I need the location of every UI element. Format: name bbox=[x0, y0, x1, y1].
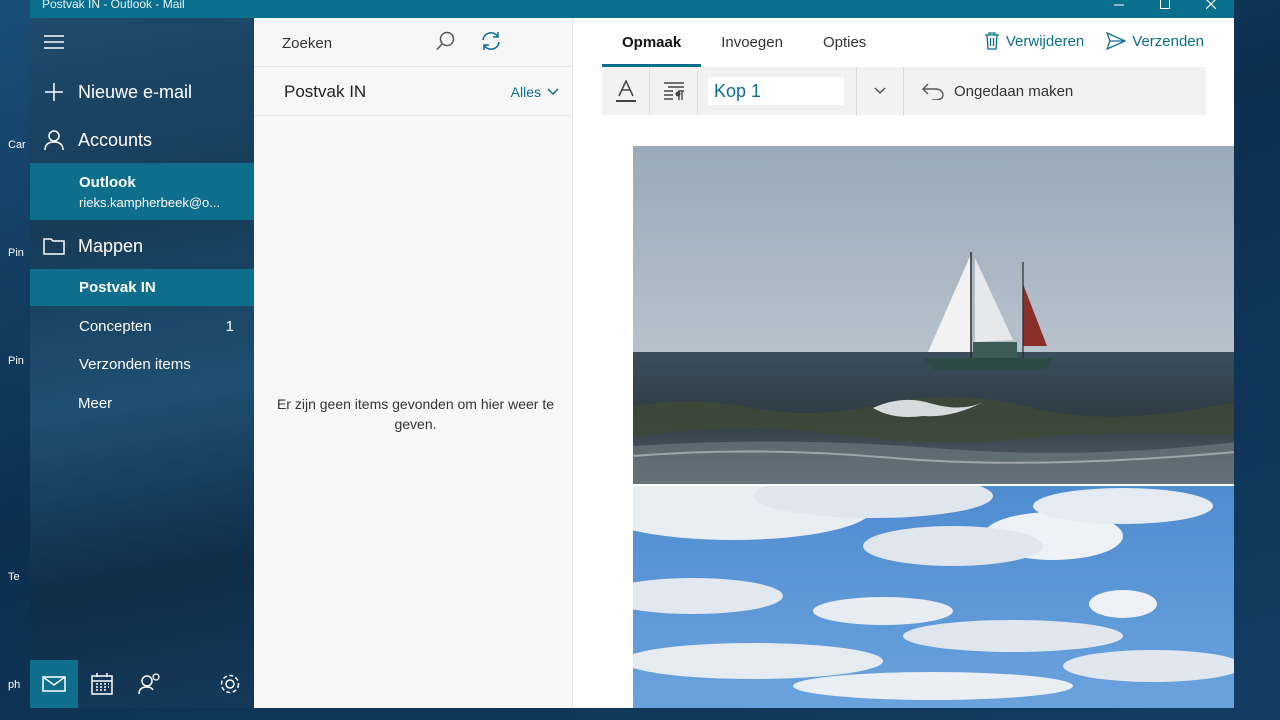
send-icon bbox=[1106, 32, 1127, 50]
style-dropdown-button[interactable] bbox=[856, 67, 904, 115]
undo-icon bbox=[922, 83, 944, 100]
desktop-icon-label[interactable]: Car bbox=[8, 139, 26, 151]
account-name: Outlook bbox=[79, 174, 136, 191]
tab-invoegen[interactable]: Invoegen bbox=[701, 18, 803, 67]
send-button[interactable]: Verzenden bbox=[1106, 32, 1204, 50]
ribbon-tabs: Opmaak Invoegen Opties bbox=[602, 18, 886, 67]
search-button[interactable] bbox=[436, 31, 456, 56]
window-title: Postvak IN - Outlook - Mail bbox=[42, 0, 185, 11]
settings-button[interactable] bbox=[206, 660, 254, 708]
mail-button[interactable] bbox=[30, 660, 78, 708]
folder-title: Postvak IN bbox=[284, 82, 367, 101]
folders-label: Mappen bbox=[78, 235, 144, 256]
folder-label: Meer bbox=[78, 395, 113, 412]
hamburger-icon bbox=[44, 35, 64, 49]
folder-label: Postvak IN bbox=[79, 279, 156, 296]
sync-button[interactable] bbox=[481, 31, 501, 56]
search-icon bbox=[436, 31, 455, 51]
sailboat-photo bbox=[633, 146, 1234, 484]
trash-icon bbox=[984, 32, 999, 50]
account-email: rieks.kampherbeek@o... bbox=[79, 195, 221, 210]
folder-label: Concepten bbox=[79, 318, 152, 335]
navigation-pane: Nieuwe e-mail Accounts Outlook rieks.kam… bbox=[30, 18, 254, 708]
sync-icon bbox=[482, 32, 500, 50]
mail-window: Postvak IN - Outlook - Mail Nieuwe e-mai… bbox=[30, 0, 1234, 708]
folder-item-verzonden-items[interactable]: Verzonden items bbox=[30, 346, 254, 383]
folder-icon bbox=[43, 238, 65, 255]
paragraph-icon bbox=[663, 82, 684, 100]
minimize-icon bbox=[1114, 4, 1124, 6]
compose-pane: Opmaak Invoegen Opties Verwijderen Verze… bbox=[573, 18, 1234, 708]
folder-label: Verzonden items bbox=[79, 356, 191, 373]
clouds-photo bbox=[633, 486, 1234, 708]
compose-actions: Verwijderen Verzenden bbox=[984, 32, 1204, 50]
folder-item-postvak-in[interactable]: Postvak IN bbox=[30, 269, 254, 306]
filter-dropdown[interactable]: Alles bbox=[511, 84, 559, 100]
people-icon bbox=[138, 673, 160, 695]
empty-list-message: Er zijn geen items gevonden om hier weer… bbox=[276, 396, 555, 432]
formatting-toolbar: Kop 1 Ongedaan maken bbox=[602, 67, 1206, 115]
message-list-pane: Zoeken Postvak IN Alles Er zijn geen ite… bbox=[254, 18, 573, 708]
folders-button[interactable]: Mappen bbox=[30, 228, 254, 264]
calendar-icon bbox=[91, 673, 113, 695]
nav-bottom-bar bbox=[30, 660, 254, 708]
search-bar: Zoeken bbox=[254, 18, 573, 67]
undo-label: Ongedaan maken bbox=[954, 82, 1074, 100]
tab-opties[interactable]: Opties bbox=[803, 18, 886, 67]
plus-icon bbox=[45, 83, 63, 101]
folder-item-concepten[interactable]: Concepten 1 bbox=[30, 308, 254, 345]
person-icon bbox=[44, 130, 64, 150]
style-field[interactable]: Kop 1 bbox=[708, 77, 844, 105]
desktop-icon-label[interactable]: Pin bbox=[8, 247, 24, 259]
close-button[interactable] bbox=[1188, 0, 1234, 14]
maximize-icon bbox=[1160, 0, 1170, 9]
mail-icon bbox=[42, 676, 66, 692]
title-bar: Postvak IN - Outlook - Mail bbox=[30, 0, 1234, 18]
chevron-down-icon bbox=[874, 87, 886, 95]
undo-button[interactable]: Ongedaan maken bbox=[922, 82, 1073, 100]
font-color-icon bbox=[615, 80, 636, 102]
inline-image-clouds[interactable] bbox=[633, 486, 1234, 708]
account-item-outlook[interactable]: Outlook rieks.kampherbeek@o... bbox=[30, 163, 254, 220]
desktop-icon-label[interactable]: Pin bbox=[8, 355, 24, 367]
delete-label: Verwijderen bbox=[1005, 32, 1085, 50]
folder-header: Postvak IN Alles bbox=[254, 67, 573, 116]
tab-opmaak[interactable]: Opmaak bbox=[602, 18, 702, 67]
accounts-label: Accounts bbox=[78, 129, 153, 150]
delete-button[interactable]: Verwijderen bbox=[984, 32, 1084, 50]
search-input[interactable]: Zoeken bbox=[282, 35, 332, 52]
send-label: Verzenden bbox=[1132, 32, 1204, 50]
desktop-icon-label[interactable]: Te bbox=[8, 571, 20, 583]
paragraph-format-button[interactable] bbox=[650, 67, 698, 115]
gear-icon bbox=[220, 674, 240, 694]
minimize-button[interactable] bbox=[1096, 0, 1142, 14]
close-icon bbox=[1206, 0, 1216, 9]
hamburger-menu-button[interactable] bbox=[30, 26, 254, 58]
folder-count: 1 bbox=[225, 318, 234, 335]
chevron-down-icon bbox=[547, 88, 559, 96]
new-mail-button[interactable]: Nieuwe e-mail bbox=[30, 74, 254, 110]
maximize-button[interactable] bbox=[1142, 0, 1188, 14]
new-mail-label: Nieuwe e-mail bbox=[78, 81, 193, 102]
accounts-button[interactable]: Accounts bbox=[30, 122, 254, 158]
filter-label: Alles bbox=[510, 84, 541, 100]
desktop-icon-label[interactable]: ph bbox=[8, 679, 20, 691]
folder-item-meer[interactable]: Meer bbox=[30, 385, 254, 422]
inline-image-sailboat[interactable] bbox=[633, 146, 1234, 484]
people-button[interactable] bbox=[126, 660, 174, 708]
font-format-button[interactable] bbox=[602, 67, 650, 115]
calendar-button[interactable] bbox=[78, 660, 126, 708]
